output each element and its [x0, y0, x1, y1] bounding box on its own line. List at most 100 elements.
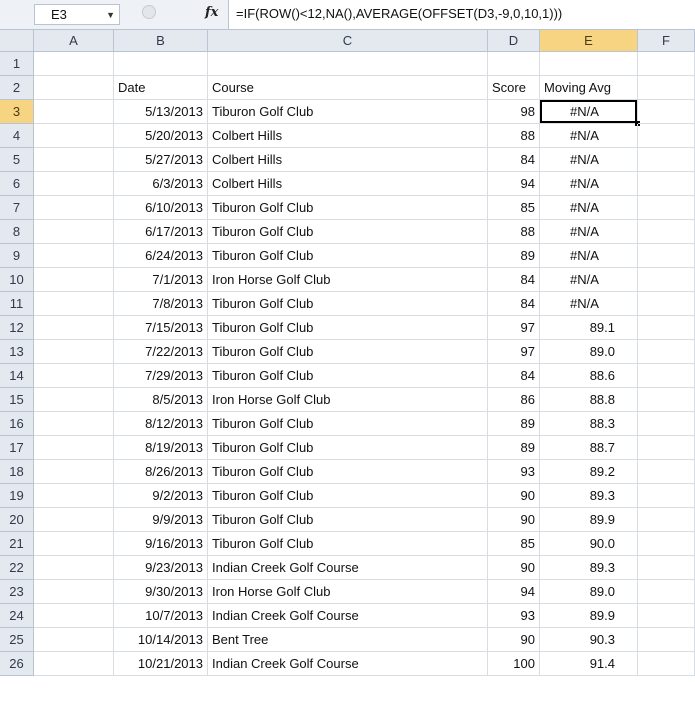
cell-f[interactable]	[638, 604, 695, 628]
moving-avg-cell[interactable]: 88.6	[540, 364, 638, 388]
column-header-c[interactable]: C	[208, 30, 488, 52]
cell-a[interactable]	[34, 484, 114, 508]
date-cell[interactable]: 6/24/2013	[114, 244, 208, 268]
cell-f[interactable]	[638, 196, 695, 220]
row-header[interactable]: 14	[0, 364, 34, 388]
course-cell[interactable]: Iron Horse Golf Club	[208, 580, 488, 604]
cell-f[interactable]	[638, 124, 695, 148]
name-box[interactable]: E3 ▼	[34, 4, 120, 25]
cell-a[interactable]	[34, 100, 114, 124]
date-cell[interactable]: 5/20/2013	[114, 124, 208, 148]
score-cell[interactable]: 85	[488, 196, 540, 220]
row-header[interactable]: 16	[0, 412, 34, 436]
row-header[interactable]: 18	[0, 460, 34, 484]
cell-a[interactable]	[34, 244, 114, 268]
row-header[interactable]: 5	[0, 148, 34, 172]
course-cell[interactable]: Colbert Hills	[208, 124, 488, 148]
course-cell[interactable]: Tiburon Golf Club	[208, 484, 488, 508]
active-cell-e3[interactable]: #N/A	[540, 100, 638, 124]
cell-f1[interactable]	[638, 52, 695, 76]
moving-avg-cell[interactable]: #N/A	[540, 268, 638, 292]
course-cell[interactable]: Indian Creek Golf Course	[208, 604, 488, 628]
score-cell[interactable]: 89	[488, 436, 540, 460]
cell-a[interactable]	[34, 436, 114, 460]
row-header[interactable]: 26	[0, 652, 34, 676]
moving-avg-cell[interactable]: 89.2	[540, 460, 638, 484]
score-cell[interactable]: 84	[488, 292, 540, 316]
column-header-f[interactable]: F	[638, 30, 695, 52]
course-cell[interactable]: Tiburon Golf Club	[208, 244, 488, 268]
row-header[interactable]: 13	[0, 340, 34, 364]
date-cell[interactable]: 8/12/2013	[114, 412, 208, 436]
cell-f[interactable]	[638, 316, 695, 340]
course-cell[interactable]: Tiburon Golf Club	[208, 364, 488, 388]
row-header[interactable]: 1	[0, 52, 34, 76]
date-cell[interactable]: 7/22/2013	[114, 340, 208, 364]
cell-f[interactable]	[638, 412, 695, 436]
moving-avg-cell[interactable]: 90.0	[540, 532, 638, 556]
cell-c1[interactable]	[208, 52, 488, 76]
moving-avg-cell[interactable]: 88.7	[540, 436, 638, 460]
row-header[interactable]: 6	[0, 172, 34, 196]
cell-a[interactable]	[34, 268, 114, 292]
moving-avg-cell[interactable]: 88.3	[540, 412, 638, 436]
row-header[interactable]: 8	[0, 220, 34, 244]
score-cell[interactable]: 90	[488, 556, 540, 580]
cell-f[interactable]	[638, 100, 695, 124]
moving-avg-cell[interactable]: 90.3	[540, 628, 638, 652]
cell-f[interactable]	[638, 340, 695, 364]
cell-a[interactable]	[34, 508, 114, 532]
cell-f[interactable]	[638, 148, 695, 172]
chevron-down-icon[interactable]: ▼	[106, 10, 115, 20]
course-cell[interactable]: Tiburon Golf Club	[208, 196, 488, 220]
row-header[interactable]: 21	[0, 532, 34, 556]
moving-avg-cell[interactable]: #N/A	[540, 292, 638, 316]
cell-f[interactable]	[638, 436, 695, 460]
date-cell[interactable]: 5/27/2013	[114, 148, 208, 172]
course-cell[interactable]: Tiburon Golf Club	[208, 100, 488, 124]
cell-a[interactable]	[34, 604, 114, 628]
score-cell[interactable]: 88	[488, 124, 540, 148]
row-header[interactable]: 10	[0, 268, 34, 292]
row-header[interactable]: 7	[0, 196, 34, 220]
cell-f[interactable]	[638, 388, 695, 412]
score-cell[interactable]: 85	[488, 532, 540, 556]
cell-f[interactable]	[638, 556, 695, 580]
moving-avg-cell[interactable]: #N/A	[540, 244, 638, 268]
moving-avg-cell[interactable]: #N/A	[540, 172, 638, 196]
cell-f[interactable]	[638, 532, 695, 556]
moving-avg-cell[interactable]: 89.9	[540, 508, 638, 532]
score-cell[interactable]: 94	[488, 172, 540, 196]
row-header[interactable]: 25	[0, 628, 34, 652]
course-cell[interactable]: Iron Horse Golf Club	[208, 388, 488, 412]
cell-b1[interactable]	[114, 52, 208, 76]
score-cell[interactable]: 84	[488, 148, 540, 172]
row-header[interactable]: 20	[0, 508, 34, 532]
moving-avg-cell[interactable]: 89.3	[540, 556, 638, 580]
cell-a[interactable]	[34, 316, 114, 340]
date-header[interactable]: Date	[114, 76, 208, 100]
score-cell[interactable]: 94	[488, 580, 540, 604]
cell-f[interactable]	[638, 364, 695, 388]
moving-avg-cell[interactable]: 89.0	[540, 340, 638, 364]
date-cell[interactable]: 7/1/2013	[114, 268, 208, 292]
cell-f[interactable]	[638, 244, 695, 268]
moving-avg-cell[interactable]: 88.8	[540, 388, 638, 412]
cell-f[interactable]	[638, 460, 695, 484]
score-cell[interactable]: 84	[488, 268, 540, 292]
moving-avg-cell[interactable]: #N/A	[540, 220, 638, 244]
score-cell[interactable]: 86	[488, 388, 540, 412]
date-cell[interactable]: 10/7/2013	[114, 604, 208, 628]
row-header[interactable]: 11	[0, 292, 34, 316]
moving-avg-cell[interactable]: 91.4	[540, 652, 638, 676]
row-header[interactable]: 3	[0, 100, 34, 124]
date-cell[interactable]: 8/26/2013	[114, 460, 208, 484]
row-header[interactable]: 17	[0, 436, 34, 460]
column-header-b[interactable]: B	[114, 30, 208, 52]
cell-f2[interactable]	[638, 76, 695, 100]
cell-a[interactable]	[34, 628, 114, 652]
course-header[interactable]: Course	[208, 76, 488, 100]
moving-avg-cell[interactable]: #N/A	[540, 148, 638, 172]
row-header[interactable]: 19	[0, 484, 34, 508]
score-cell[interactable]: 98	[488, 100, 540, 124]
